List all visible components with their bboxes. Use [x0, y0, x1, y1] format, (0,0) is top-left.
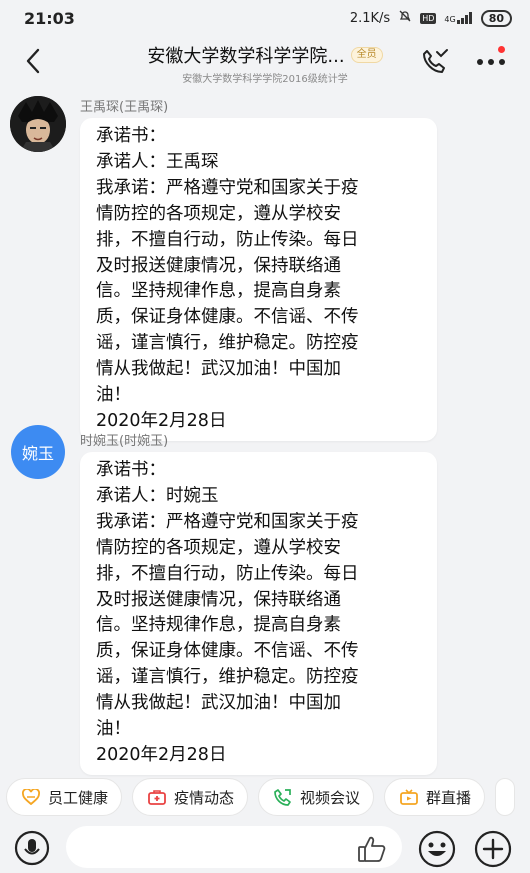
network-type: 4G	[444, 15, 456, 24]
message-line: 承诺书：	[96, 460, 166, 480]
sender-name: 时婉玉(时婉玉)	[80, 434, 169, 449]
add-attachment-button[interactable]	[474, 830, 512, 868]
more-dots-icon	[477, 59, 505, 65]
back-button[interactable]	[18, 46, 48, 76]
chip-label: 视频会议	[300, 788, 361, 807]
message-line: 信。坚持规律作息，提高自身素	[96, 281, 341, 302]
message-line: 承诺书：	[96, 126, 166, 146]
chat-subtitle: 安徽大学数学科学学院2016级统计学	[182, 74, 348, 85]
sender-avatar-image	[10, 96, 66, 152]
chip-label: 群直播	[426, 788, 472, 807]
sender-name: 王禹琛(王禹琛)	[80, 100, 169, 115]
thumbs-up-icon	[358, 836, 386, 862]
quick-action-group-live[interactable]: 群直播	[384, 778, 486, 816]
quick-action-employee-health[interactable]: 员工健康	[6, 778, 123, 816]
message-line: 及时报送健康情况，保持联络通	[96, 255, 341, 276]
signal-icon: 4G	[444, 12, 472, 24]
quick-action-more[interactable]	[495, 778, 516, 816]
message-line: 情从我做起！武汉加油！中国加	[96, 693, 341, 714]
message-line: 排，不擅自行动，防止传染。每日	[96, 563, 359, 584]
heart-icon	[21, 787, 41, 807]
message-line: 情从我做起！武汉加油！中国加	[96, 359, 341, 380]
message-line: 承诺人：时婉玉	[96, 485, 219, 506]
message-line: 及时报送健康情况，保持联络通	[96, 589, 341, 610]
video-call-icon	[273, 787, 293, 807]
message-line: 2020年2月28日	[96, 744, 227, 765]
message-line: 信。坚持规律作息，提高自身素	[96, 615, 341, 636]
mute-icon	[398, 9, 412, 27]
message-line: 情防控的各项规定，遵从学校安	[96, 537, 341, 558]
emoji-icon	[418, 830, 456, 868]
network-speed: 2.1K/s	[349, 10, 391, 26]
message-line: 排，不擅自行动，防止传染。每日	[96, 229, 359, 250]
chat-title: 安徽大学数学科学学院...	[147, 46, 345, 67]
group-call-button[interactable]	[418, 46, 450, 78]
message-line: 承诺人：王禹琛	[96, 151, 219, 172]
chat-title-area[interactable]: 安徽大学数学科学学院... 全员 安徽大学数学科学学院2016级统计学	[120, 42, 410, 85]
quick-action-video-meeting[interactable]: 视频会议	[258, 778, 375, 816]
avatar[interactable]	[10, 96, 66, 152]
chip-label: 员工健康	[48, 788, 109, 807]
status-icons: 2.1K/s HD 4G 80	[350, 9, 512, 27]
notification-dot	[498, 46, 505, 53]
message-line: 谣，谨言慎行，维护稳定。防控疫	[96, 333, 359, 354]
message-line: 油！	[96, 385, 131, 406]
status-bar: 21:03 2.1K/s HD 4G 80	[0, 0, 530, 36]
phone-icon	[423, 49, 448, 73]
back-arrow-icon	[26, 48, 40, 74]
message-bubble[interactable]: 承诺书： 承诺人：时婉玉 我承诺：严格遵守党和国家关于疫 情防控的各项规定，遵从…	[80, 452, 437, 775]
all-members-badge: 全员	[350, 47, 383, 63]
emoji-button[interactable]	[418, 830, 456, 868]
message-line: 油！	[96, 719, 131, 740]
battery-indicator: 80	[480, 9, 512, 27]
message-line: 我承诺：严格遵守党和国家关于疫	[96, 177, 359, 198]
chat-header: 安徽大学数学科学学院... 全员 安徽大学数学科学学院2016级统计学	[0, 36, 530, 86]
quick-actions-bar: 员工健康 疫情动态 视频会议 群直播	[0, 776, 530, 818]
message-line: 质，保证身体健康。不信谣、不传	[96, 641, 359, 662]
message-bubble[interactable]: 承诺书： 承诺人：王禹琛 我承诺：严格遵守党和国家关于疫 情防控的各项规定，遵从…	[80, 118, 437, 441]
message-line: 我承诺：严格遵守党和国家关于疫	[96, 511, 359, 532]
message-line: 谣，谨言慎行，维护稳定。防控疫	[96, 667, 359, 688]
hd-badge: HD	[420, 12, 437, 24]
live-tv-icon	[399, 787, 419, 807]
medical-kit-icon	[147, 787, 167, 807]
quick-action-epidemic-news[interactable]: 疫情动态	[132, 778, 249, 816]
message-input[interactable]	[66, 826, 402, 868]
microphone-icon	[14, 830, 50, 866]
chip-label: 疫情动态	[174, 788, 235, 807]
message-line: 情防控的各项规定，遵从学校安	[96, 203, 341, 224]
avatar[interactable]: 婉玉	[11, 425, 65, 479]
plus-icon	[474, 830, 512, 868]
input-bar	[0, 820, 530, 873]
message-line: 质，保证身体健康。不信谣、不传	[96, 307, 359, 328]
thumbs-up-button[interactable]	[357, 835, 387, 863]
status-time: 21:03	[24, 8, 75, 28]
voice-button[interactable]	[14, 830, 50, 866]
